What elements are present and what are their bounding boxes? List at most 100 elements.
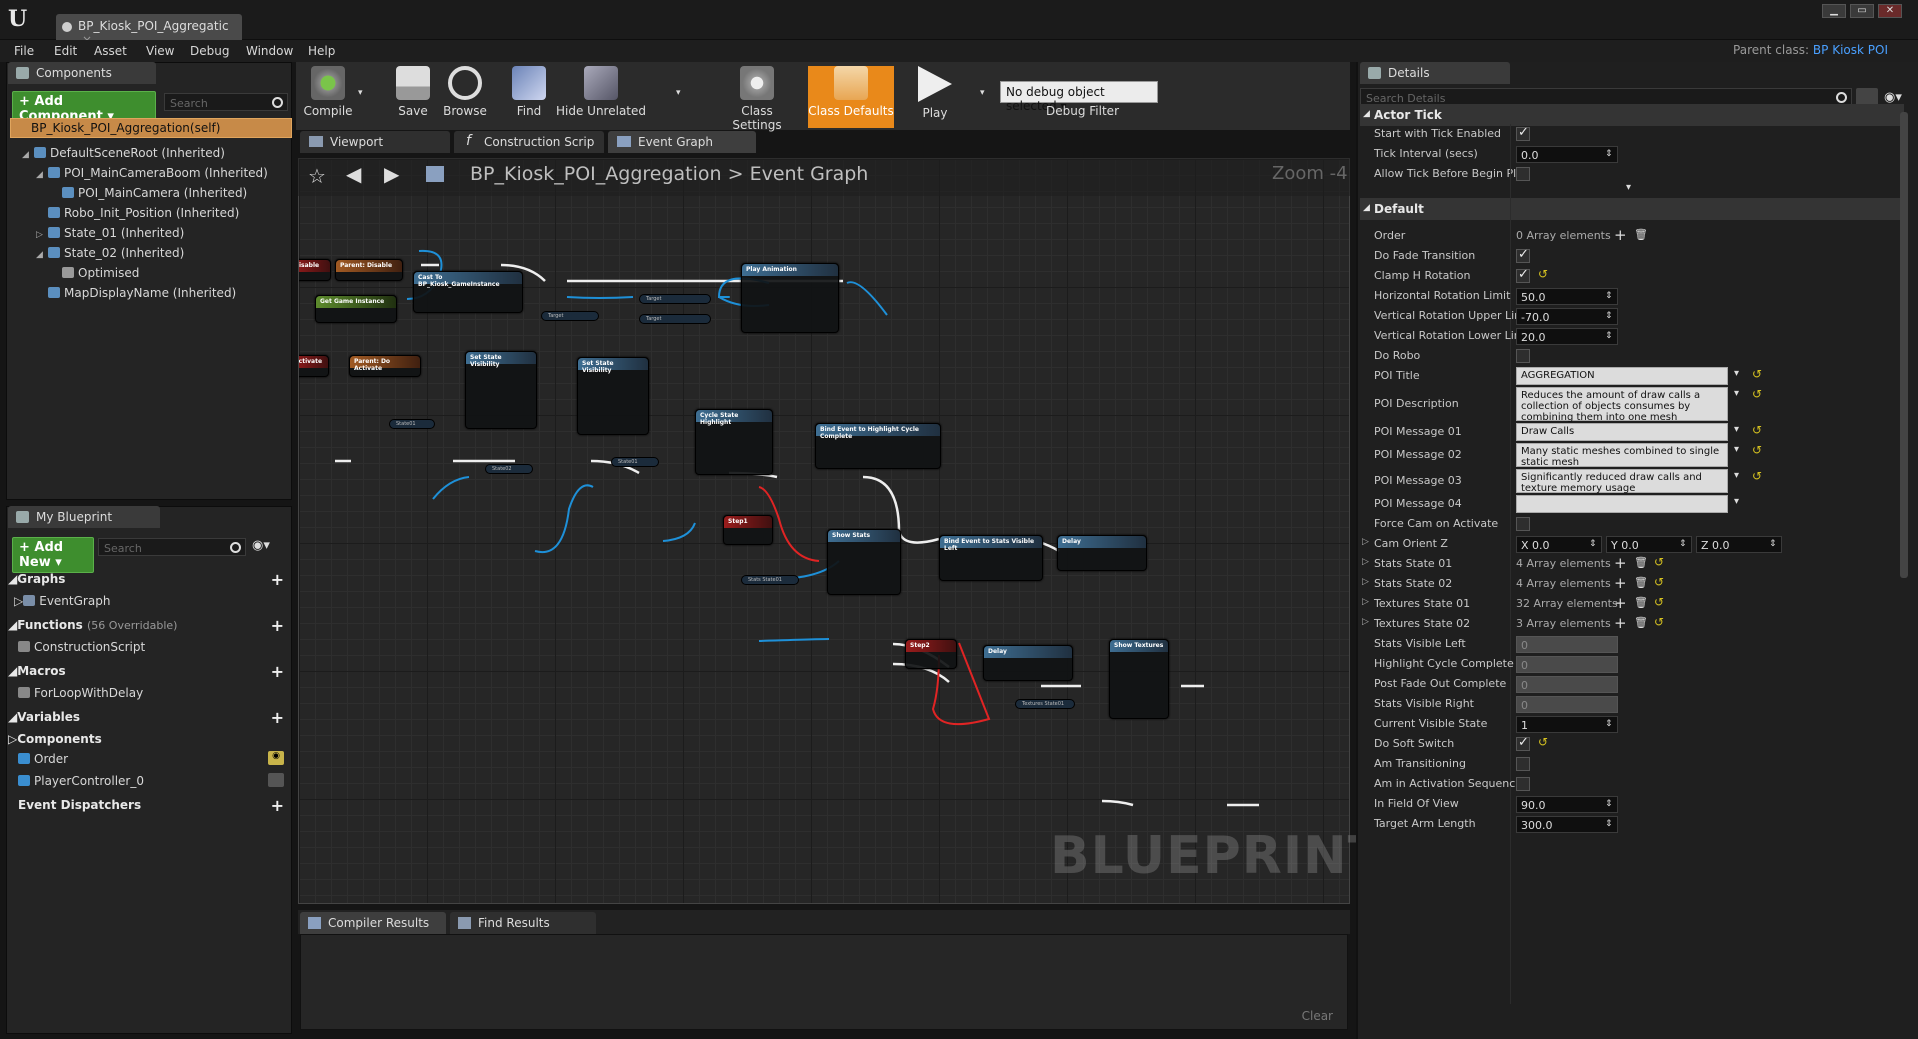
node-show-stats[interactable]: Show Stats bbox=[827, 529, 901, 595]
menu-edit[interactable]: Edit bbox=[54, 44, 77, 58]
property-checkbox[interactable] bbox=[1516, 517, 1530, 531]
expand-arrow-icon[interactable]: ▷ bbox=[1362, 617, 1369, 627]
vector-x-input[interactable]: X 0.0 ⇕ bbox=[1516, 536, 1602, 553]
eye-icon[interactable]: ◉▾ bbox=[252, 538, 270, 553]
compile-button[interactable]: Compile bbox=[298, 66, 358, 128]
dropdown-chevron-icon[interactable]: ▾ bbox=[1734, 388, 1739, 399]
property-checkbox[interactable] bbox=[1516, 125, 1530, 141]
property-checkbox[interactable] bbox=[1516, 735, 1530, 751]
reset-arrow-icon[interactable]: ↺ bbox=[1538, 735, 1548, 749]
node-disable[interactable]: Disable bbox=[299, 259, 331, 281]
add-element-icon[interactable]: + bbox=[1614, 614, 1627, 632]
property-checkbox[interactable] bbox=[1516, 757, 1530, 771]
forward-arrow-icon[interactable]: ▶ bbox=[384, 162, 399, 186]
debug-object-select[interactable]: No debug object selected ▾ bbox=[1000, 81, 1158, 113]
hide-options-chevron-icon[interactable]: ▾ bbox=[676, 88, 681, 98]
trash-icon[interactable]: 🗑 bbox=[1634, 228, 1648, 241]
event-graph-item[interactable]: ▷ EventGraph bbox=[14, 594, 110, 608]
component-tree-item[interactable]: Optimised bbox=[50, 266, 139, 280]
node-cycle-state-highlight[interactable]: Cycle State Highlight bbox=[695, 409, 773, 475]
node-set-state-visibility-1[interactable]: Set State Visibility bbox=[465, 351, 537, 429]
trash-icon[interactable]: 🗑 bbox=[1634, 616, 1648, 629]
menu-help[interactable]: Help bbox=[308, 44, 335, 58]
menu-window[interactable]: Window bbox=[246, 44, 293, 58]
node-delay-2[interactable]: Delay bbox=[983, 645, 1073, 681]
back-arrow-icon[interactable]: ◀ bbox=[346, 162, 361, 186]
reset-arrow-icon[interactable]: ↺ bbox=[1538, 267, 1548, 281]
breadcrumb-graph[interactable]: Event Graph bbox=[750, 163, 869, 185]
star-icon[interactable]: ☆ bbox=[308, 164, 326, 188]
node-set-state-visibility-2[interactable]: Set State Visibility bbox=[577, 357, 649, 435]
details-tab[interactable]: Details bbox=[1360, 62, 1510, 84]
document-tab[interactable]: BP_Kiosk_POI_Aggregatic × bbox=[56, 14, 242, 47]
add-macro-icon[interactable]: + bbox=[271, 662, 284, 681]
player-controller-variable[interactable]: PlayerController_0 bbox=[18, 774, 144, 788]
reset-arrow-icon[interactable]: ↺ bbox=[1752, 367, 1762, 381]
collapse-arrow-icon[interactable]: ◢ bbox=[1363, 203, 1370, 213]
add-function-icon[interactable]: + bbox=[271, 616, 284, 635]
collapse-advanced-chevron-icon[interactable]: ▾ bbox=[1626, 182, 1631, 193]
menu-debug[interactable]: Debug bbox=[190, 44, 229, 58]
compile-options-chevron-icon[interactable]: ▾ bbox=[358, 88, 363, 98]
node-bind-stats[interactable]: Bind Event to Stats Visible Left bbox=[939, 535, 1043, 581]
add-element-icon[interactable]: + bbox=[1614, 554, 1627, 572]
dropdown-chevron-icon[interactable]: ▾ bbox=[1734, 424, 1739, 435]
class-defaults-button[interactable]: Class Defaults bbox=[808, 66, 894, 128]
vector-y-input[interactable]: Y 0.0 ⇕ bbox=[1606, 536, 1692, 553]
tab-find-results[interactable]: Find Results bbox=[450, 912, 596, 934]
visibility-eye-icon[interactable]: ◉ bbox=[268, 751, 284, 765]
hide-unrelated-button[interactable]: Hide Unrelated bbox=[556, 66, 646, 128]
trash-icon[interactable]: 🗑 bbox=[1634, 576, 1648, 589]
graphs-category[interactable]: ◢Graphs + bbox=[8, 570, 290, 590]
default-section[interactable]: ◢ Default bbox=[1360, 198, 1904, 220]
add-element-icon[interactable]: + bbox=[1614, 574, 1627, 592]
node-step1[interactable]: Step1 bbox=[723, 515, 773, 545]
spinner-icon[interactable]: ⇕ bbox=[1605, 799, 1615, 810]
event-graph-canvas[interactable]: Disable Parent: Disable Cast To BP_Kiosk… bbox=[298, 158, 1350, 904]
expand-arrow-icon[interactable]: ▷ bbox=[36, 230, 48, 240]
target-pill[interactable]: Target bbox=[639, 294, 711, 304]
spinner-icon[interactable]: ⇕ bbox=[1605, 719, 1615, 730]
target-pill[interactable]: Target bbox=[639, 314, 711, 324]
menu-file[interactable]: File bbox=[14, 44, 34, 58]
components-category[interactable]: ▷Components bbox=[8, 730, 290, 750]
class-settings-button[interactable]: Class Settings bbox=[716, 66, 798, 132]
dropdown-chevron-icon[interactable]: ▾ bbox=[1734, 470, 1739, 481]
property-number-input[interactable]: 20.0 ⇕ bbox=[1516, 328, 1618, 345]
property-number-input[interactable]: 90.0 ⇕ bbox=[1516, 796, 1618, 813]
my-blueprint-tab[interactable]: My Blueprint bbox=[8, 506, 160, 528]
property-checkbox[interactable] bbox=[1516, 247, 1530, 263]
trash-icon[interactable]: 🗑 bbox=[1634, 596, 1648, 609]
expand-arrow-icon[interactable]: ◢ bbox=[36, 170, 48, 180]
reset-arrow-icon[interactable]: ↺ bbox=[1654, 615, 1664, 629]
property-text-input[interactable]: Reduces the amount of draw calls a colle… bbox=[1516, 387, 1728, 423]
component-tree-item[interactable]: POI_MainCamera (Inherited) bbox=[50, 186, 247, 200]
node-cast[interactable]: Cast To BP_Kiosk_GameInstance bbox=[413, 271, 523, 313]
breadcrumb-blueprint[interactable]: BP_Kiosk_POI_Aggregation bbox=[470, 163, 722, 185]
node-activate[interactable]: Activate bbox=[299, 355, 329, 377]
node-parent-activate[interactable]: Parent: Do Activate bbox=[349, 355, 421, 377]
vector-z-input[interactable]: Z 0.0 ⇕ bbox=[1696, 536, 1782, 553]
minimize-button[interactable]: ▁ bbox=[1822, 4, 1846, 18]
expand-arrow-icon[interactable]: ▷ bbox=[1362, 597, 1369, 607]
clear-button[interactable]: Clear bbox=[1302, 1009, 1333, 1023]
node-play-animation[interactable]: Play Animation bbox=[741, 263, 839, 333]
functions-category[interactable]: ◢Functions (56 Overridable) + bbox=[8, 616, 290, 636]
property-number-input[interactable]: 50.0 ⇕ bbox=[1516, 288, 1618, 305]
property-text-input[interactable]: AGGREGATION bbox=[1516, 367, 1728, 385]
reset-arrow-icon[interactable]: ↺ bbox=[1752, 469, 1762, 483]
state01-pill[interactable]: State01 bbox=[611, 457, 659, 467]
reset-arrow-icon[interactable]: ↺ bbox=[1654, 575, 1664, 589]
my-blueprint-search-input[interactable]: Search bbox=[98, 538, 246, 556]
spinner-icon[interactable]: ⇕ bbox=[1605, 311, 1615, 322]
spinner-icon[interactable]: ⇕ bbox=[1605, 819, 1615, 830]
add-graph-icon[interactable]: + bbox=[271, 570, 284, 589]
component-tree-item[interactable]: ◢ POI_MainCameraBoom (Inherited) bbox=[36, 166, 268, 180]
play-options-chevron-icon[interactable]: ▾ bbox=[980, 88, 985, 98]
spinner-icon[interactable]: ⇕ bbox=[1605, 149, 1615, 160]
expand-arrow-icon[interactable]: ▷ bbox=[1362, 537, 1369, 547]
spinner-icon[interactable]: ⇕ bbox=[1605, 331, 1615, 342]
expand-arrow-icon[interactable]: ▷ bbox=[1362, 557, 1369, 567]
property-text-input[interactable] bbox=[1516, 495, 1728, 513]
components-search-input[interactable]: Search bbox=[164, 93, 288, 111]
